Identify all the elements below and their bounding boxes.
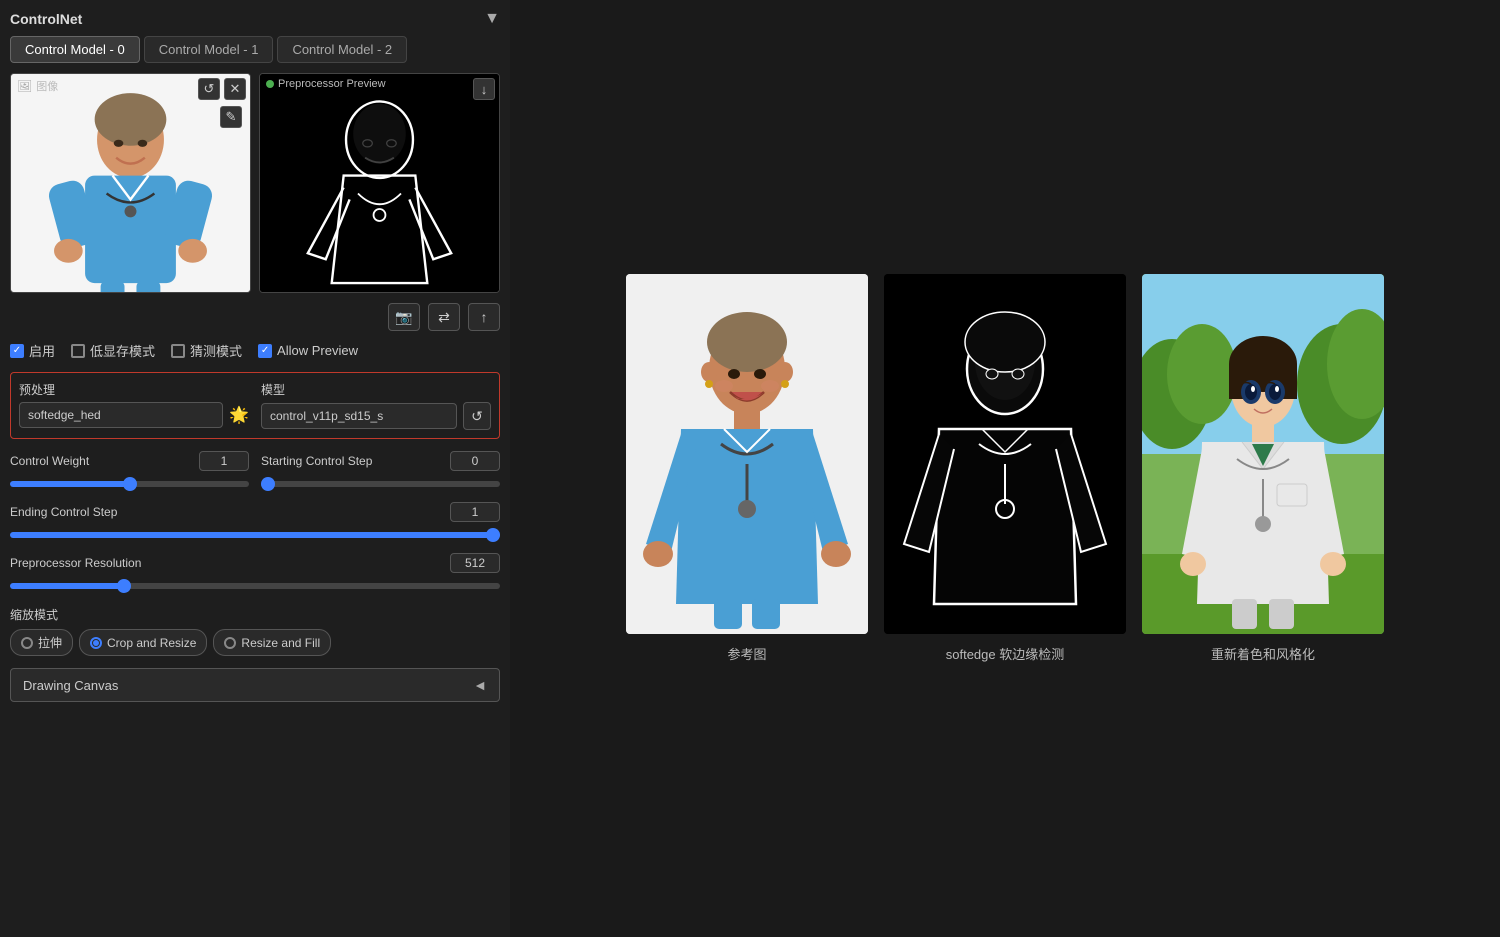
gallery-item-anime: 重新着色和风格化 (1142, 274, 1384, 663)
allow-preview-checkbox[interactable]: Allow Preview (258, 343, 358, 358)
anime-image (1142, 274, 1384, 634)
guess-mode-checkbox-box[interactable] (171, 344, 185, 358)
status-dot (266, 80, 274, 88)
radio-resize-fill-dot (224, 637, 236, 649)
tab-control-model-2[interactable]: Control Model - 2 (277, 36, 407, 63)
allow-preview-checkbox-box[interactable] (258, 344, 272, 358)
ending-step-label: Ending Control Step (10, 505, 130, 519)
left-panel: ControlNet ▼ Control Model - 0 Control M… (0, 0, 510, 937)
guess-mode-label: 猜测模式 (190, 341, 242, 360)
drawing-canvas-arrow-icon: ◄ (473, 677, 487, 693)
starting-step-label: Starting Control Step (261, 454, 381, 468)
camera-button[interactable]: 📷 (388, 303, 420, 331)
dual-sliders (10, 475, 500, 490)
preprocessor-preview-box[interactable]: Preprocessor Preview ↓ (259, 73, 500, 293)
preprocessor-res-label: Preprocessor Resolution (10, 556, 141, 570)
panel-header: ControlNet ▼ (10, 10, 500, 28)
preprocessor-res-value[interactable]: 512 (450, 553, 500, 573)
allow-preview-label: Allow Preview (277, 343, 358, 358)
fire-icon: 🌟 (229, 405, 249, 425)
gallery-caption-anime: 重新着色和风格化 (1211, 644, 1315, 663)
right-panel: 参考图 (510, 0, 1500, 937)
nurse-photo (11, 74, 250, 292)
tab-control-model-0[interactable]: Control Model - 0 (10, 36, 140, 63)
control-weight-label: Control Weight (10, 454, 130, 468)
radio-crop-resize-label: Crop and Resize (107, 636, 196, 650)
edit-image-button[interactable]: ✎ (220, 106, 242, 128)
model-section: 预处理 softedge_hed 🌟 模型 control_v11p_sd15_… (10, 372, 500, 439)
input-image-box[interactable]: 🖼 图像 ↺ ✕ ✎ (10, 73, 251, 293)
refresh-model-button[interactable]: ↺ (463, 402, 491, 430)
enable-checkbox-box[interactable] (10, 344, 24, 358)
preprocessor-select[interactable]: softedge_hed (19, 402, 223, 428)
model-col: 模型 control_v11p_sd15_s ↺ (261, 381, 491, 430)
radio-resize-fill[interactable]: Resize and Fill (213, 629, 331, 656)
sketch-preview (260, 74, 499, 292)
control-weight-slider[interactable] (10, 481, 249, 487)
weight-step-labels: Control Weight 1 Starting Control Step 0 (10, 451, 500, 471)
image-row: 🖼 图像 ↺ ✕ ✎ (10, 73, 500, 293)
nurse-svg (11, 74, 250, 292)
ending-step-slider[interactable] (10, 532, 500, 538)
radio-crop-resize[interactable]: Crop and Resize (79, 629, 207, 656)
panel-title: ControlNet (10, 11, 82, 27)
image-icon: 🖼 (17, 79, 32, 93)
gallery: 参考图 (626, 274, 1384, 663)
starting-step-value[interactable]: 0 (450, 451, 500, 471)
softedge-image (884, 274, 1126, 634)
guess-mode-checkbox[interactable]: 猜测模式 (171, 341, 242, 360)
control-weight-value[interactable]: 1 (199, 451, 249, 471)
radio-crop-resize-dot (90, 637, 102, 649)
sketch-svg (260, 74, 499, 293)
image-label: 图像 (36, 78, 58, 94)
low-vram-label: 低显存模式 (90, 341, 155, 360)
zoom-mode-options: 拉伸 Crop and Resize Resize and Fill (10, 629, 500, 656)
zoom-mode-label: 缩放模式 (10, 606, 500, 623)
model-row: 预处理 softedge_hed 🌟 模型 control_v11p_sd15_… (19, 381, 491, 430)
preprocessor-preview-label: Preprocessor Preview (278, 78, 386, 90)
model-select[interactable]: control_v11p_sd15_s (261, 403, 457, 429)
collapse-arrow-icon[interactable]: ▼ (484, 10, 500, 28)
toolbar-row: 📷 ⇄ ↑ (10, 303, 500, 331)
low-vram-checkbox[interactable]: 低显存模式 (71, 341, 155, 360)
enable-label: 启用 (29, 341, 55, 360)
drawing-canvas-row[interactable]: Drawing Canvas ◄ (10, 668, 500, 702)
reference-image (626, 274, 868, 634)
upload-button[interactable]: ↑ (468, 303, 500, 331)
low-vram-checkbox-box[interactable] (71, 344, 85, 358)
radio-stretch-label: 拉伸 (38, 634, 62, 651)
refresh-image-button[interactable]: ↺ (198, 78, 220, 100)
gallery-item-reference: 参考图 (626, 274, 868, 663)
gallery-caption-reference: 参考图 (727, 644, 766, 663)
preprocessor-res-slider[interactable] (10, 583, 500, 589)
starting-step-slider[interactable] (261, 481, 500, 487)
checkboxes-row: 启用 低显存模式 猜测模式 Allow Preview (10, 341, 500, 360)
preprocessor-col: 预处理 softedge_hed 🌟 (19, 381, 249, 430)
tabs-container: Control Model - 0 Control Model - 1 Cont… (10, 36, 500, 63)
ending-step-value[interactable]: 1 (450, 502, 500, 522)
enable-checkbox[interactable]: 启用 (10, 341, 55, 360)
radio-stretch[interactable]: 拉伸 (10, 629, 73, 656)
gallery-item-softedge: softedge 软边缘检测 (884, 274, 1126, 663)
swap-button[interactable]: ⇄ (428, 303, 460, 331)
gallery-caption-softedge: softedge 软边缘检测 (946, 644, 1065, 663)
drawing-canvas-label: Drawing Canvas (23, 678, 118, 693)
tab-control-model-1[interactable]: Control Model - 1 (144, 36, 274, 63)
close-image-button[interactable]: ✕ (224, 78, 246, 100)
radio-stretch-dot (21, 637, 33, 649)
download-preview-button[interactable]: ↓ (473, 78, 495, 100)
model-label: 模型 (261, 381, 491, 398)
radio-resize-fill-label: Resize and Fill (241, 636, 320, 650)
preprocessor-label: 预处理 (19, 381, 249, 398)
